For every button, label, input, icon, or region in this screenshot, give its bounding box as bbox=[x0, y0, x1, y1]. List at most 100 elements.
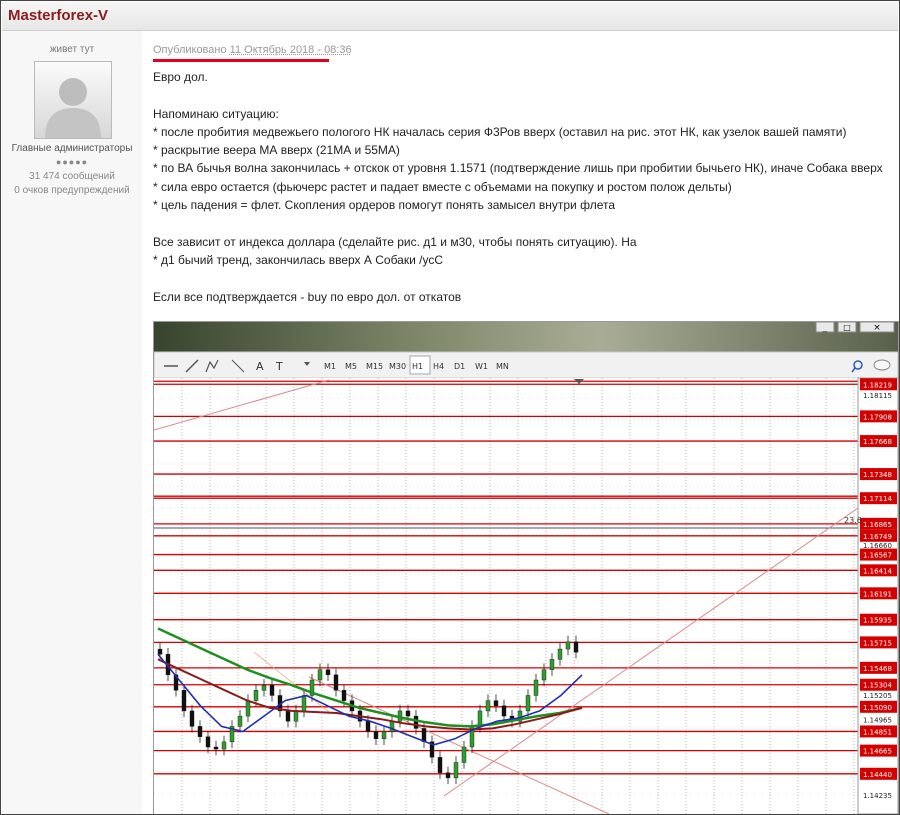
author-name-link[interactable]: Masterforex-V bbox=[8, 7, 108, 24]
candle-body bbox=[269, 684, 275, 696]
candle-body bbox=[485, 700, 491, 712]
candle-body bbox=[381, 731, 387, 739]
post-line: Если все подтверждается - buy по евро до… bbox=[153, 289, 462, 304]
timeframe-button[interactable]: MN bbox=[496, 362, 509, 371]
post-line: * д1 бычий тренд, закончилась вверх А Со… bbox=[153, 252, 443, 267]
text-label-tool-button[interactable]: T bbox=[275, 360, 283, 373]
level-price-label: 1.16865 bbox=[863, 521, 892, 529]
price-axis-labels: 1.18219 1.17908 1.17668 1.17348 1.17114 1.168… bbox=[860, 378, 897, 800]
candle-body bbox=[213, 746, 219, 750]
candle-body bbox=[541, 669, 547, 681]
level-price-label: 1.17348 bbox=[863, 471, 892, 479]
level-price-label: 1.14665 bbox=[863, 748, 892, 756]
post-line: * по ВА бычья волна закончилась + отскок… bbox=[153, 161, 883, 176]
level-price-label: 1.17114 bbox=[863, 495, 892, 503]
post-line: * после пробития медвежьего пологого НК … bbox=[153, 124, 847, 139]
candle-body bbox=[293, 710, 299, 722]
level-price-label: 1.14851 bbox=[863, 728, 892, 736]
rank-pips: ●●●●● bbox=[55, 157, 89, 167]
level-price-label: 1.16191 bbox=[863, 590, 892, 598]
candle-body bbox=[365, 721, 371, 732]
candle-body bbox=[253, 690, 259, 701]
close-icon: × bbox=[873, 323, 881, 333]
candle-body bbox=[221, 741, 227, 750]
post-count: 31 474 сообщений bbox=[29, 171, 115, 182]
candle-body bbox=[373, 731, 379, 739]
candle-body bbox=[197, 726, 203, 737]
author-sidebar: живет тут Главные администраторы ●●●●● 3… bbox=[2, 31, 142, 814]
candle-body bbox=[189, 710, 195, 727]
candle-body bbox=[501, 705, 507, 717]
price-tick-label: 1.16660 bbox=[863, 542, 892, 550]
post-frame: Masterforex-V живет тут Главные админист… bbox=[0, 0, 900, 815]
publish-label: Опубликовано bbox=[153, 44, 227, 56]
candle-body bbox=[549, 659, 555, 670]
candle-body bbox=[245, 700, 251, 717]
timeframe-button[interactable]: M5 bbox=[345, 362, 357, 371]
date-underline-marker bbox=[153, 59, 329, 62]
price-tick-label: 1.18115 bbox=[863, 392, 892, 400]
candle-body bbox=[285, 710, 291, 722]
level-price-label: 1.16567 bbox=[863, 552, 892, 560]
maximize-icon: □ bbox=[843, 323, 851, 332]
price-tick-label: 1.14965 bbox=[863, 717, 892, 725]
level-price-label: 1.18219 bbox=[863, 381, 892, 389]
candle-body bbox=[325, 669, 331, 676]
post-line: * сила евро остается (фьючерс растет и п… bbox=[153, 179, 732, 194]
timeframe-button[interactable]: D1 bbox=[454, 362, 465, 371]
publish-info: Опубликовано 11 Октябрь 2018 - 08:36 bbox=[153, 44, 352, 56]
level-price-label: 1.15935 bbox=[863, 617, 892, 625]
candle-body bbox=[533, 679, 539, 696]
chart-toolbar bbox=[154, 351, 898, 379]
level-price-label: 1.16749 bbox=[863, 533, 892, 541]
candle-body bbox=[445, 772, 451, 779]
window-background-strip bbox=[154, 322, 898, 352]
member-status: живет тут bbox=[49, 44, 95, 55]
level-price-label: 1.15304 bbox=[863, 682, 892, 690]
candle-body bbox=[237, 715, 243, 727]
chat-icon[interactable] bbox=[873, 359, 891, 371]
chart-screenshot: _ □ × A T M1 M5 M15 M30 H1 H4 D1 W1 MN 1.18219 1.17… bbox=[153, 321, 899, 814]
minimize-icon: _ bbox=[822, 323, 828, 333]
candle-body bbox=[565, 641, 571, 650]
candle-body bbox=[573, 641, 579, 653]
price-tick-label: 1.14235 bbox=[863, 792, 892, 800]
level-price-label: 1.15468 bbox=[863, 665, 892, 673]
default-avatar-icon bbox=[45, 78, 101, 138]
fib-level-label: 23.6 bbox=[844, 516, 862, 525]
timeframe-button[interactable]: W1 bbox=[475, 362, 488, 371]
level-price-label: 1.17668 bbox=[863, 438, 892, 446]
post-header: Masterforex-V bbox=[2, 2, 898, 31]
price-tick-label: 1.15205 bbox=[863, 692, 892, 700]
text-tool-button[interactable]: A bbox=[256, 360, 264, 373]
level-price-label: 1.15715 bbox=[863, 639, 892, 647]
candle-body bbox=[341, 690, 347, 701]
post-line: Евро дол. bbox=[153, 70, 208, 84]
post-body: Евро дол. Напоминаю ситуацию: * после проб… bbox=[153, 68, 893, 306]
avatar[interactable] bbox=[34, 61, 112, 139]
member-group: Главные администраторы bbox=[11, 143, 133, 154]
candle-body bbox=[461, 746, 467, 763]
candle-body bbox=[413, 715, 419, 729]
candle-body bbox=[317, 669, 323, 681]
timeframe-button[interactable]: H4 bbox=[433, 362, 444, 371]
candle-body bbox=[405, 710, 411, 717]
timeframe-button[interactable]: M1 bbox=[324, 362, 336, 371]
publish-date-link[interactable]: 11 Октябрь 2018 - 08:36 bbox=[230, 44, 352, 56]
timeframe-button[interactable]: H1 bbox=[412, 362, 423, 371]
candle-body bbox=[477, 710, 483, 727]
timeframe-button[interactable]: M30 bbox=[389, 362, 406, 371]
candle-body bbox=[261, 684, 267, 691]
candle-body bbox=[333, 674, 339, 691]
level-price-label: 1.16414 bbox=[863, 567, 892, 575]
post-line: Напоминаю ситуацию: bbox=[153, 106, 279, 121]
candle-body bbox=[437, 757, 443, 773]
warning-points: 0 очков предупреждений bbox=[14, 185, 130, 196]
candle-body bbox=[525, 695, 531, 712]
candle-body bbox=[301, 695, 307, 712]
timeframe-button[interactable]: M15 bbox=[366, 362, 383, 371]
post-line: * цель падения = флет. Скопления ордеров… bbox=[153, 198, 616, 213]
